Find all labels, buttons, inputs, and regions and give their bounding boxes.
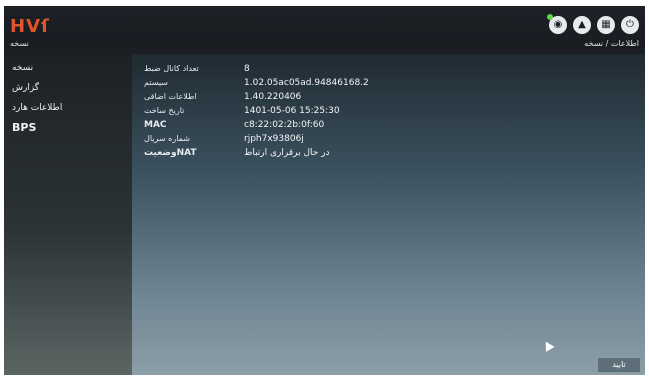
ok-button[interactable]: تایید [597,357,641,373]
status-dot-icon [547,14,553,20]
sidebar-item-hdd-info[interactable]: اطلاعات هارد [4,98,132,118]
info-label: شماره سریال [144,134,190,143]
mouse-cursor-icon [541,339,555,352]
info-row-extra-info: اطلاعات اضافی 1.40.220406 [132,92,645,105]
info-row-build-date: تاریخ ساخت 1401-05-06 15:25:30 [132,106,645,119]
info-label: سیستم [144,78,168,87]
info-label: تعداد کانال ضبط [144,64,199,73]
info-panel: تعداد کانال ضبط 8 سیستم 1.02.05ac05ad.94… [132,54,645,375]
info-label: MAC [144,120,167,130]
breadcrumb: اطلاعات / نسخه [584,39,639,48]
info-row-nat: وضعیتNAT در حال برقراری ارتباط [132,148,645,161]
section-title: نسخه [10,39,29,48]
sidebar-item-version[interactable]: نسخه [4,58,132,78]
grid-icon[interactable]: ▦ [597,16,615,34]
power-icon[interactable]: ⏻ [621,16,639,34]
sidebar-item-bps[interactable]: BPS [4,118,132,138]
sidebar-item-log[interactable]: گزارش [4,78,132,98]
info-value: c8:22:02:2b:0f:60 [244,120,325,130]
info-value: 8 [244,64,250,74]
info-row-serial: شماره سریال rjph7x93806j [132,134,645,147]
info-value: در حال برقراری ارتباط [244,148,330,158]
info-row-channels: تعداد کانال ضبط 8 [132,64,645,77]
top-bar: HVſ نسخه ◉ ▲ ▦ ⏻ اطلاعات / نسخه [4,6,645,48]
info-label: اطلاعات اضافی [144,92,197,101]
info-label: تاریخ ساخت [144,106,185,115]
eye-icon[interactable]: ◉ [547,14,567,34]
sidebar: نسخه گزارش اطلاعات هارد BPS [4,54,132,375]
info-label: وضعیتNAT [144,148,197,158]
info-value: rjph7x93806j [244,134,304,144]
info-value: 1.40.220406 [244,92,302,102]
dvr-screen: HVſ نسخه ◉ ▲ ▦ ⏻ اطلاعات / نسخه نسخه گزا… [4,6,645,375]
top-icon-bar: ◉ ▲ ▦ ⏻ [547,14,639,34]
info-row-mac: MAC c8:22:02:2b:0f:60 [132,120,645,133]
info-value: 1.02.05ac05ad.94846168.2 [244,78,369,88]
brand-logo: HVſ [10,16,50,37]
info-value: 1401-05-06 15:25:30 [244,106,340,116]
user-icon[interactable]: ▲ [573,16,591,34]
info-row-system: سیستم 1.02.05ac05ad.94846168.2 [132,78,645,91]
